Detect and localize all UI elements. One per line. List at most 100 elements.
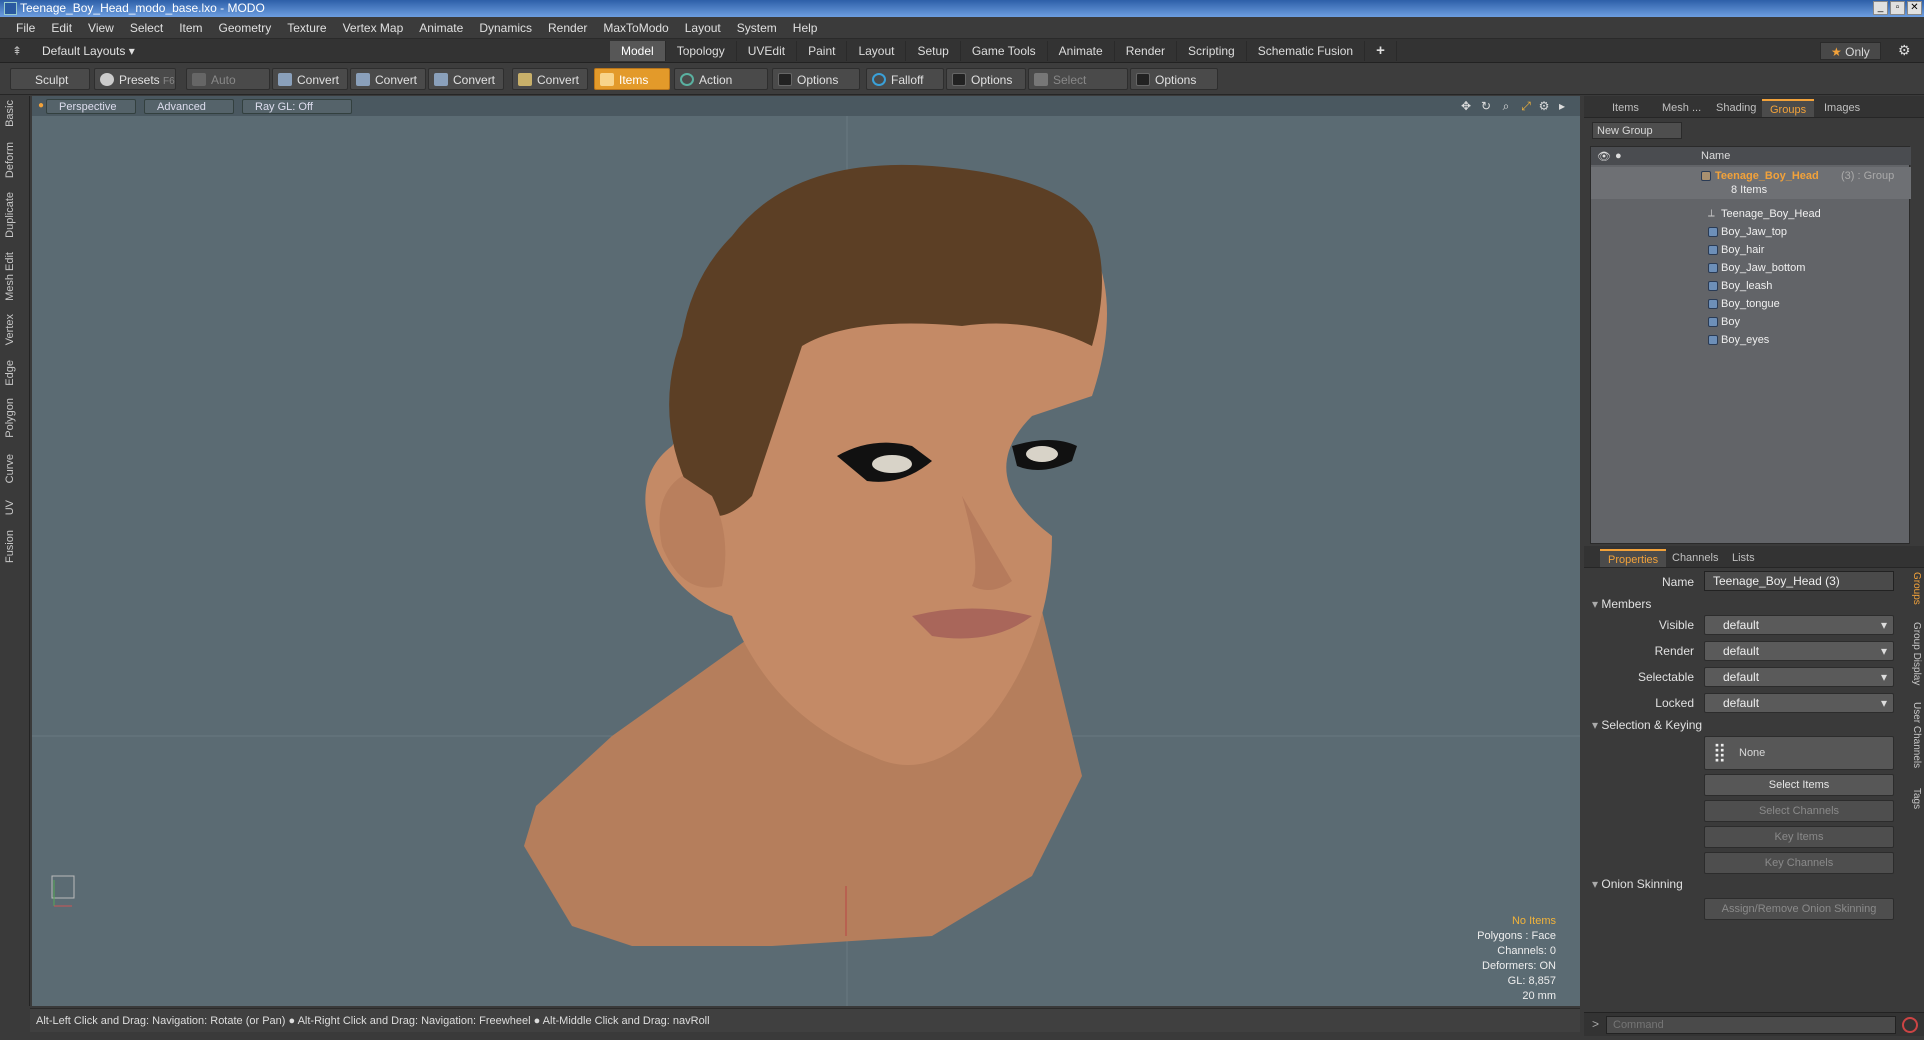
list-item[interactable]: Boy: [1591, 313, 1911, 331]
tab-items[interactable]: Items: [1604, 99, 1647, 117]
presets-button[interactable]: Presets F6: [94, 68, 176, 90]
list-item[interactable]: Boy_Jaw_bottom: [1591, 259, 1911, 277]
auto-select-button[interactable]: Auto Select: [186, 68, 270, 109]
vtab-duplicate[interactable]: Duplicate: [4, 192, 24, 238]
convert-vertices-button[interactable]: Convert: [272, 68, 348, 90]
vtab-fusion[interactable]: Fusion: [4, 530, 24, 563]
fit-icon[interactable]: ⤢: [1520, 100, 1532, 112]
vtab-polygon[interactable]: Polygon: [4, 398, 24, 438]
sculpt-button[interactable]: Sculpt: [10, 68, 90, 90]
menu-select[interactable]: Select: [122, 21, 171, 35]
tab-lists[interactable]: Lists: [1724, 549, 1763, 567]
command-input[interactable]: [1606, 1016, 1896, 1034]
group-row[interactable]: Teenage_Boy_Head (3) : Group 8 Items: [1591, 167, 1911, 199]
assign-onion-button[interactable]: Assign/Remove Onion Skinning: [1704, 898, 1894, 920]
menu-render[interactable]: Render: [540, 21, 595, 35]
tab-uvedit[interactable]: UVEdit: [737, 41, 798, 61]
tab-game-tools[interactable]: Game Tools: [961, 41, 1048, 61]
list-item[interactable]: ⟂ Teenage_Boy_Head: [1591, 205, 1911, 223]
restore-button[interactable]: ▫: [1890, 1, 1905, 15]
name-field[interactable]: Teenage_Boy_Head (3): [1704, 571, 1894, 591]
select-channels-button[interactable]: Select Channels: [1704, 800, 1894, 822]
convert-edges-button[interactable]: Convert: [350, 68, 426, 90]
pan-icon[interactable]: ✥: [1460, 100, 1472, 112]
menu-texture[interactable]: Texture: [279, 21, 334, 35]
side-tab-groups[interactable]: Groups: [1906, 572, 1922, 605]
view-type-button[interactable]: Perspective: [46, 99, 136, 114]
menu-layout[interactable]: Layout: [677, 21, 729, 35]
zoom-icon[interactable]: ⌕: [1500, 100, 1512, 112]
viewport-menu-icon[interactable]: ●: [38, 100, 44, 111]
vtab-basic[interactable]: Basic: [4, 100, 24, 127]
layout-up-icon[interactable]: ⇞: [12, 44, 26, 58]
new-group-button[interactable]: New Group: [1592, 122, 1682, 139]
tab-model[interactable]: Model: [610, 41, 666, 61]
onion-skinning-section[interactable]: Onion Skinning: [1592, 877, 1682, 891]
tab-setup[interactable]: Setup: [906, 41, 961, 61]
selectable-dropdown[interactable]: default: [1704, 667, 1894, 687]
members-section[interactable]: Members: [1592, 597, 1651, 611]
side-tab-group-display[interactable]: Group Display: [1906, 622, 1922, 685]
list-item[interactable]: Boy_hair: [1591, 241, 1911, 259]
vtab-edge[interactable]: Edge: [4, 360, 24, 386]
tab-schematic-fusion[interactable]: Schematic Fusion: [1247, 41, 1366, 61]
select-through-options[interactable]: Options: [1130, 68, 1218, 90]
tab-layout[interactable]: Layout: [847, 41, 907, 61]
menu-view[interactable]: View: [80, 21, 122, 35]
selection-keying-section[interactable]: Selection & Keying: [1592, 718, 1702, 732]
visible-dropdown[interactable]: default: [1704, 615, 1894, 635]
list-item[interactable]: Boy_Jaw_top: [1591, 223, 1911, 241]
tab-animate[interactable]: Animate: [1048, 41, 1115, 61]
add-tab-button[interactable]: +: [1365, 41, 1397, 61]
convert-materials-button[interactable]: Convert: [512, 68, 588, 90]
falloff-options[interactable]: Options: [946, 68, 1026, 90]
menu-geometry[interactable]: Geometry: [211, 21, 280, 35]
tab-groups[interactable]: Groups: [1762, 99, 1815, 117]
action-center-options[interactable]: Options: [772, 68, 860, 90]
vtab-deform[interactable]: Deform: [4, 142, 24, 178]
falloff-button[interactable]: Falloff: [866, 68, 944, 90]
close-button[interactable]: ✕: [1907, 1, 1922, 15]
viewport-gear-icon[interactable]: ⚙: [1538, 100, 1550, 112]
side-tab-user-channels[interactable]: User Channels: [1906, 702, 1922, 768]
tab-render[interactable]: Render: [1115, 41, 1178, 61]
menu-item[interactable]: Item: [171, 21, 210, 35]
vtab-mesh-edit[interactable]: Mesh Edit: [4, 252, 24, 301]
record-icon[interactable]: [1902, 1017, 1918, 1033]
minimize-button[interactable]: _: [1873, 1, 1888, 15]
menu-system[interactable]: System: [729, 21, 785, 35]
tab-topology[interactable]: Topology: [666, 41, 737, 61]
list-item[interactable]: Boy_tongue: [1591, 295, 1911, 313]
list-item[interactable]: Boy_leash: [1591, 277, 1911, 295]
tab-mesh[interactable]: Mesh ...: [1654, 99, 1709, 117]
only-toggle[interactable]: ★ Only: [1820, 42, 1881, 60]
tab-paint[interactable]: Paint: [797, 41, 848, 61]
raygl-button[interactable]: Ray GL: Off: [242, 99, 352, 114]
expand-arrow-icon[interactable]: ▸: [1556, 100, 1568, 112]
rotate-icon[interactable]: ↻: [1480, 100, 1492, 112]
vtab-curve[interactable]: Curve: [4, 454, 24, 483]
menu-animate[interactable]: Animate: [411, 21, 471, 35]
menu-file[interactable]: File: [8, 21, 43, 35]
items-mode-button[interactable]: Items: [594, 68, 670, 90]
vtab-vertex[interactable]: Vertex: [4, 314, 24, 345]
locked-dropdown[interactable]: default: [1704, 693, 1894, 713]
convert-polygons-button[interactable]: Convert: [428, 68, 504, 90]
tab-images[interactable]: Images: [1816, 99, 1868, 117]
select-through-button[interactable]: Select Through: [1028, 68, 1128, 109]
side-tab-tags[interactable]: Tags: [1906, 788, 1922, 809]
render-dropdown[interactable]: default: [1704, 641, 1894, 661]
tab-shading[interactable]: Shading: [1708, 99, 1764, 117]
list-item[interactable]: Boy_eyes: [1591, 331, 1911, 349]
tab-channels[interactable]: Channels: [1664, 549, 1726, 567]
key-items-button[interactable]: Key Items: [1704, 826, 1894, 848]
key-channels-button[interactable]: Key Channels: [1704, 852, 1894, 874]
menu-vertex-map[interactable]: Vertex Map: [335, 21, 412, 35]
advanced-button[interactable]: Advanced: [144, 99, 234, 114]
vtab-uv[interactable]: UV: [4, 500, 24, 515]
select-items-button[interactable]: Select Items: [1704, 774, 1894, 796]
gear-icon[interactable]: ⚙: [1898, 42, 1911, 59]
tab-properties[interactable]: Properties: [1600, 549, 1667, 567]
menu-maxtomodo[interactable]: MaxToModo: [595, 21, 676, 35]
3d-viewport[interactable]: ● Perspective Advanced Ray GL: Off ✥ ↻ ⌕…: [32, 96, 1580, 1006]
